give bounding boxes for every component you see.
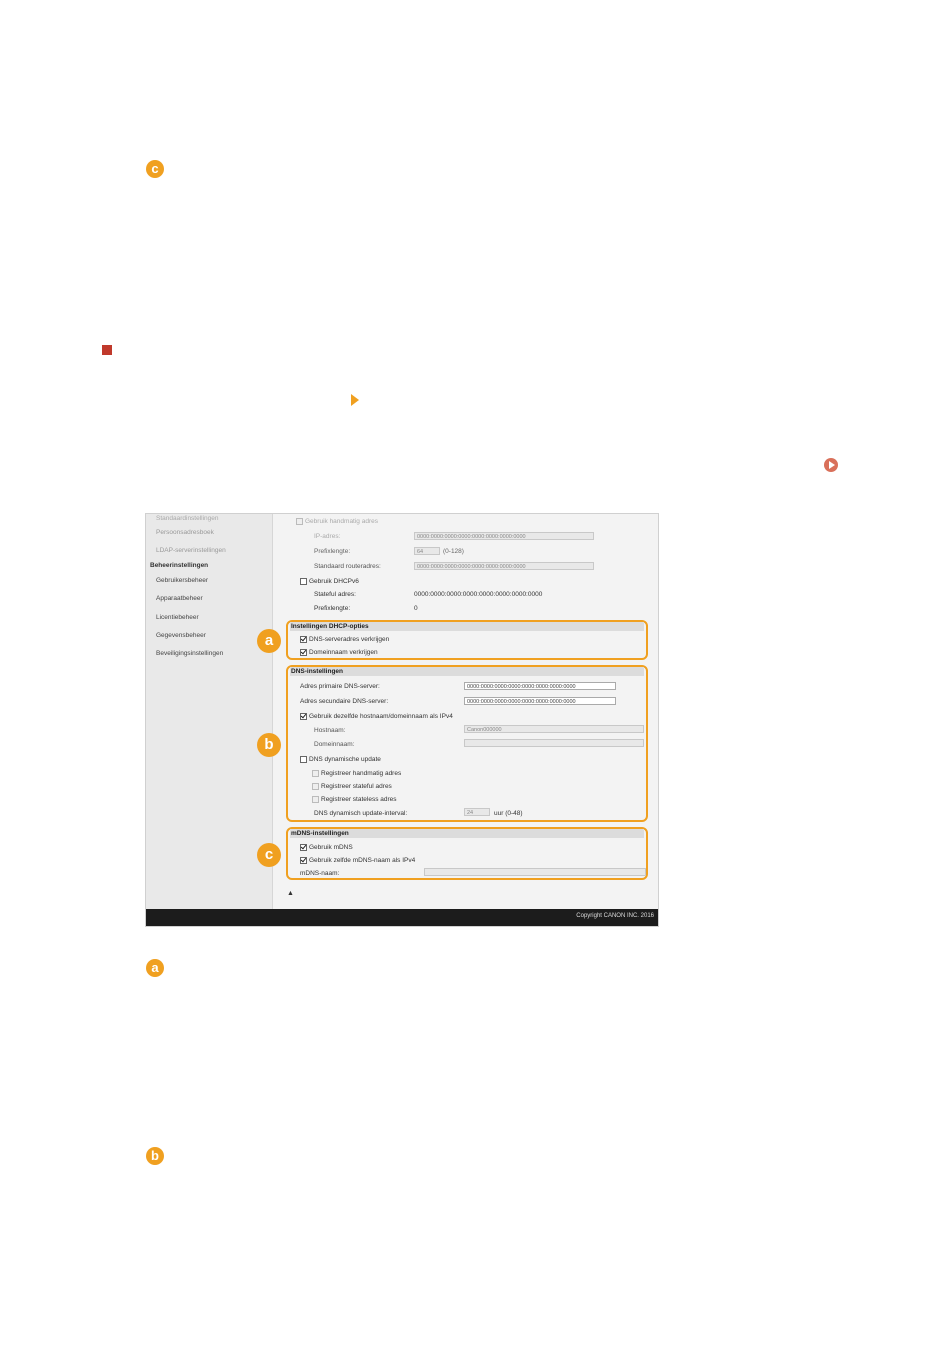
same-host-checkbox[interactable] bbox=[300, 713, 307, 720]
sidebar-item-security[interactable]: Beveiligingsinstellingen bbox=[156, 650, 223, 657]
mdns-settings-section: mDNS-instellingen Gebruik mDNS Gebruik z… bbox=[286, 827, 648, 880]
router-address-label: Standaard routeradres: bbox=[314, 563, 381, 570]
update-interval-label: DNS dynamisch update-interval: bbox=[314, 810, 408, 817]
domain-field[interactable] bbox=[464, 739, 644, 747]
stateful-address-value: 0000:0000:0000:0000:0000:0000:0000:0000 bbox=[414, 591, 543, 598]
primary-dns-label: Adres primaire DNS-server: bbox=[300, 683, 380, 690]
marker-b-callout: b bbox=[257, 733, 281, 757]
get-dns-checkbox[interactable] bbox=[300, 636, 307, 643]
copyright-text: Copyright CANON INC. 2016 bbox=[576, 913, 654, 919]
update-interval-field[interactable]: 24 bbox=[464, 808, 490, 816]
marker-a-bottom: a bbox=[146, 959, 164, 977]
sidebar-item-users[interactable]: Gebruikersbeheer bbox=[156, 577, 208, 584]
update-interval-unit: uur (0-48) bbox=[494, 810, 523, 817]
mdns-name-label: mDNS-naam: bbox=[300, 870, 340, 877]
register-stateful-option[interactable]: Registreer stateful adres bbox=[312, 783, 392, 790]
mdns-name-field[interactable] bbox=[424, 868, 646, 876]
marker-c-callout: c bbox=[257, 843, 281, 867]
sidebar-item-defaults[interactable]: Standaardinstellingen bbox=[156, 515, 219, 522]
sidebar-item-ldap[interactable]: LDAP-serverinstellingen bbox=[156, 547, 226, 554]
prefix-range: (0-128) bbox=[443, 548, 464, 555]
get-dns-option[interactable]: DNS-serveradres verkrijgen bbox=[300, 636, 389, 643]
register-stateless-option[interactable]: Registreer stateless adres bbox=[312, 796, 397, 803]
sidebar-item-personal-addressbook[interactable]: Persoonsadresboek bbox=[156, 529, 214, 536]
dhcp-options-title: Instellingen DHCP-opties bbox=[291, 623, 369, 630]
prefix-length-2-label: Prefixlengte: bbox=[314, 605, 351, 612]
dhcpv6-option[interactable]: Gebruik DHCPv6 bbox=[300, 578, 359, 585]
dhcp-options-section: Instellingen DHCP-opties DNS-serveradres… bbox=[286, 620, 648, 660]
same-mdns-name-option[interactable]: Gebruik zelfde mDNS-naam als IPv4 bbox=[300, 857, 415, 864]
same-host-option[interactable]: Gebruik dezelfde hostnaam/domeinnaam als… bbox=[300, 713, 453, 720]
dns-dynamic-update-option[interactable]: DNS dynamische update bbox=[300, 756, 381, 763]
secondary-dns-label: Adres secundaire DNS-server: bbox=[300, 698, 389, 705]
hostname-field[interactable]: Canon000000 bbox=[464, 725, 644, 733]
router-address-field[interactable]: 0000:0000:0000:0000:0000:0000:0000:0000 bbox=[414, 562, 594, 570]
manual-address-checkbox[interactable] bbox=[296, 518, 303, 525]
get-domain-option[interactable]: Domeinnaam verkrijgen bbox=[300, 649, 378, 656]
primary-dns-field[interactable]: 0000:0000:0000:0000:0000:0000:0000:0000 bbox=[464, 682, 616, 690]
marker-a-callout: a bbox=[257, 629, 281, 653]
link-arrow-icon[interactable] bbox=[824, 458, 838, 472]
prefix-length-field[interactable]: 64 bbox=[414, 547, 440, 555]
register-stateless-checkbox[interactable] bbox=[312, 796, 319, 803]
sidebar-item-license[interactable]: Licentiebeheer bbox=[156, 614, 199, 621]
mdns-settings-title: mDNS-instellingen bbox=[291, 830, 349, 837]
prefix-length-2-value: 0 bbox=[414, 605, 418, 612]
manual-address-option[interactable]: Gebruik handmatig adres bbox=[296, 518, 378, 525]
hostname-label: Hostnaam: bbox=[314, 727, 346, 734]
sidebar-item-device[interactable]: Apparaatbeheer bbox=[156, 595, 203, 602]
prefix-length-label: Prefixlengte: bbox=[314, 548, 351, 555]
secondary-dns-field[interactable]: 0000:0000:0000:0000:0000:0000:0000:0000 bbox=[464, 697, 616, 705]
stateful-address-label: Stateful adres: bbox=[314, 591, 356, 598]
sidebar-item-data[interactable]: Gegevensbeheer bbox=[156, 632, 206, 639]
ip-address-label: IP-adres: bbox=[314, 533, 341, 540]
arrow-right-icon bbox=[351, 394, 359, 406]
remote-ui-screenshot: Standaardinstellingen Persoonsadresboek … bbox=[145, 513, 659, 927]
marker-b-bottom: b bbox=[146, 1147, 164, 1165]
same-mdns-name-checkbox[interactable] bbox=[300, 857, 307, 864]
dhcpv6-checkbox[interactable] bbox=[300, 578, 307, 585]
get-domain-checkbox[interactable] bbox=[300, 649, 307, 656]
section-bullet bbox=[102, 345, 112, 355]
dns-dynamic-update-checkbox[interactable] bbox=[300, 756, 307, 763]
register-manual-option[interactable]: Registreer handmatig adres bbox=[312, 770, 401, 777]
scroll-top-icon[interactable]: ▲ bbox=[287, 890, 294, 897]
domain-label: Domeinnaam: bbox=[314, 741, 355, 748]
footer: Copyright CANON INC. 2016 bbox=[146, 909, 658, 926]
use-mdns-checkbox[interactable] bbox=[300, 844, 307, 851]
dns-settings-section: DNS-instellingen Adres primaire DNS-serv… bbox=[286, 665, 648, 822]
use-mdns-option[interactable]: Gebruik mDNS bbox=[300, 844, 353, 851]
marker-c-top: c bbox=[146, 160, 164, 178]
dns-settings-title: DNS-instellingen bbox=[291, 668, 344, 675]
register-manual-checkbox[interactable] bbox=[312, 770, 319, 777]
sidebar: Standaardinstellingen Persoonsadresboek … bbox=[146, 514, 273, 909]
ip-address-field[interactable]: 0000:0000:0000:0000:0000:0000:0000:0000 bbox=[414, 532, 594, 540]
sidebar-section-management: Beheerinstellingen bbox=[150, 562, 209, 569]
register-stateful-checkbox[interactable] bbox=[312, 783, 319, 790]
